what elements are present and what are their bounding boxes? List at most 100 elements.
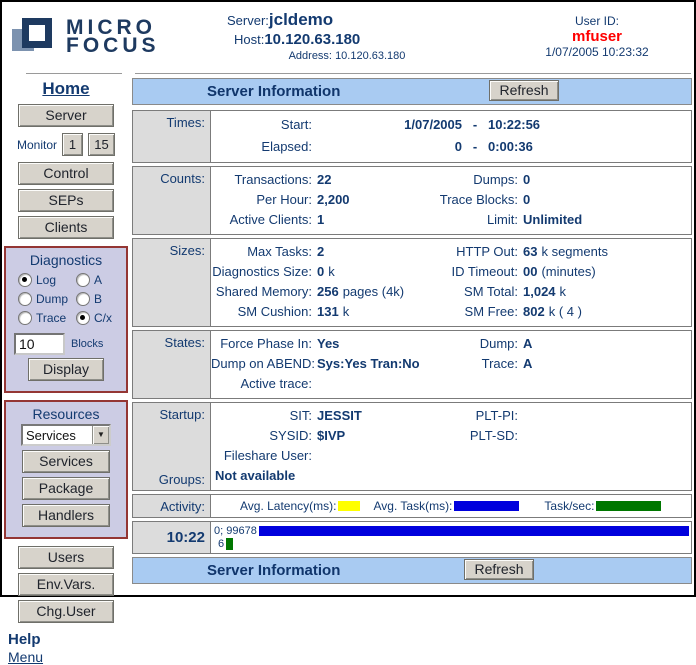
control-button[interactable]: Control [18,162,114,185]
monitor-label: Monitor [17,138,57,152]
radio-label: A [94,273,102,287]
task-ms-bar [259,526,689,536]
stat-value: 00 [523,262,537,282]
times-section: Times: Start: 1/07/2005 - 10:22:56 Elaps… [132,110,692,163]
startup-section-label: Startup: Groups: [133,403,211,490]
stat-suffix: k ( 4 ) [549,302,582,322]
stat-value: 802 [523,302,545,322]
package-button[interactable]: Package [22,477,110,500]
monitor-15-button[interactable]: 15 [88,133,115,156]
limit-row: Limit:Unlimited [423,210,691,230]
display-button[interactable]: Display [28,358,104,381]
stat-label: SM Cushion: [211,302,312,322]
diagnostics-radio-a[interactable]: A [76,273,102,287]
radio-icon[interactable] [18,311,32,325]
host-value: 10.120.63.180 [264,31,360,48]
stat-label: Dump on ABEND: [211,354,312,374]
seps-button[interactable]: SEPs [18,189,114,212]
elapsed-label: Elapsed: [211,136,312,158]
micro-focus-logo: MICRO FOCUS [12,16,160,58]
radio-icon[interactable] [18,292,32,306]
diagnostics-radio-dump[interactable]: Dump [18,292,76,306]
refresh-button-bottom[interactable]: Refresh [464,559,534,580]
stat-suffix: k [328,262,335,282]
sample-line2-text: 6 [218,538,224,550]
stat-label: Trace Blocks: [423,190,518,210]
refresh-button-top[interactable]: Refresh [489,80,559,101]
diagnostics-panel: Diagnostics Log A Dump B Tr [4,246,128,393]
http-out-row: HTTP Out:63k segments [423,242,691,262]
stat-label: SIT: [211,406,312,426]
blocks-row: Blocks [14,333,126,355]
radio-icon[interactable] [76,273,90,287]
radio-label: Trace [36,311,66,325]
stat-value: 0 [523,190,530,210]
radio-icon[interactable] [76,311,90,325]
times-section-label: Times: [133,111,211,162]
diagnostics-radio-b[interactable]: B [76,292,102,306]
stat-label: HTTP Out: [423,242,518,262]
server-label: Server: [227,13,269,28]
diagnostics-radio-row-1: Log A [18,273,126,287]
diagnostics-size-row: Diagnostics Size:0k [211,262,423,282]
elapsed-time: 0:00:36 [488,136,533,158]
dump-state-row: Dump:A [423,334,691,354]
sample-time-label: 10:22 [133,522,211,553]
latency-legend-label: Avg. Latency(ms): [240,499,336,513]
monitor-1-button[interactable]: 1 [62,133,83,156]
sizes-section-label: Sizes: [133,239,211,326]
diagnostics-radio-cx[interactable]: C/x [76,311,112,325]
diagnostics-title: Diagnostics [6,252,126,268]
home-link[interactable]: Home [2,79,130,99]
states-section-label: States: [133,331,211,398]
stat-value: 22 [317,170,331,190]
activity-section-label: Activity: [133,495,211,517]
user-id-value: mfuser [522,28,672,45]
blocks-input[interactable] [14,333,65,355]
logo-line2: FOCUS [66,37,160,55]
handlers-button[interactable]: Handlers [22,504,110,527]
sidebar: Home Server Monitor 1 15 Control SEPs Cl… [2,77,130,665]
envvars-button[interactable]: Env.Vars. [18,573,114,596]
stat-label: Active trace: [211,374,312,394]
host-label: Host: [234,32,264,47]
menu-link[interactable]: Menu [8,649,130,665]
users-button[interactable]: Users [18,546,114,569]
stat-value: A [523,334,532,354]
blocks-label: Blocks [71,338,103,350]
states-section: States: Force Phase In:Yes Dump on ABEND… [132,330,692,399]
chguser-button[interactable]: Chg.User [18,600,114,623]
radio-icon[interactable] [76,292,90,306]
radio-label: Dump [36,292,68,306]
elapsed-row: Elapsed: 0 - 0:00:36 [211,136,691,158]
server-line: Server: jcldemo [227,10,467,30]
stat-label: SM Free: [423,302,518,322]
resources-select-value: Services [23,428,92,443]
services-button[interactable]: Services [22,450,110,473]
logo-text: MICRO FOCUS [66,19,160,55]
diagnostics-radio-log[interactable]: Log [18,273,76,287]
stat-value: 1 [317,210,324,230]
stat-label: Transactions: [211,170,312,190]
server-button[interactable]: Server [18,104,114,127]
stat-label: Active Clients: [211,210,312,230]
stat-value: 2,200 [317,190,350,210]
per-hour-row: Per Hour:2,200 [211,190,423,210]
server-identity: Server: jcldemo Host: 10.120.63.180 Addr… [227,10,467,62]
groups-label: Groups: [133,472,205,487]
stat-label: Force Phase In: [211,334,312,354]
chevron-down-icon[interactable]: ▼ [92,426,109,444]
plt-sd-row: PLT-SD: [423,426,691,446]
diagnostics-radio-trace[interactable]: Trace [18,311,76,325]
clients-button[interactable]: Clients [18,216,114,239]
stat-label: Max Tasks: [211,242,312,262]
radio-label: Log [36,273,56,287]
resources-title: Resources [6,406,126,422]
resources-select[interactable]: Services ▼ [21,424,111,446]
fileshare-user-row: Fileshare User: [211,446,423,466]
force-phase-in-row: Force Phase In:Yes [211,334,423,354]
sm-total-row: SM Total:1,024k [423,282,691,302]
sm-free-row: SM Free:802k ( 4 ) [423,302,691,322]
stat-label: Per Hour: [211,190,312,210]
radio-icon[interactable] [18,273,32,287]
